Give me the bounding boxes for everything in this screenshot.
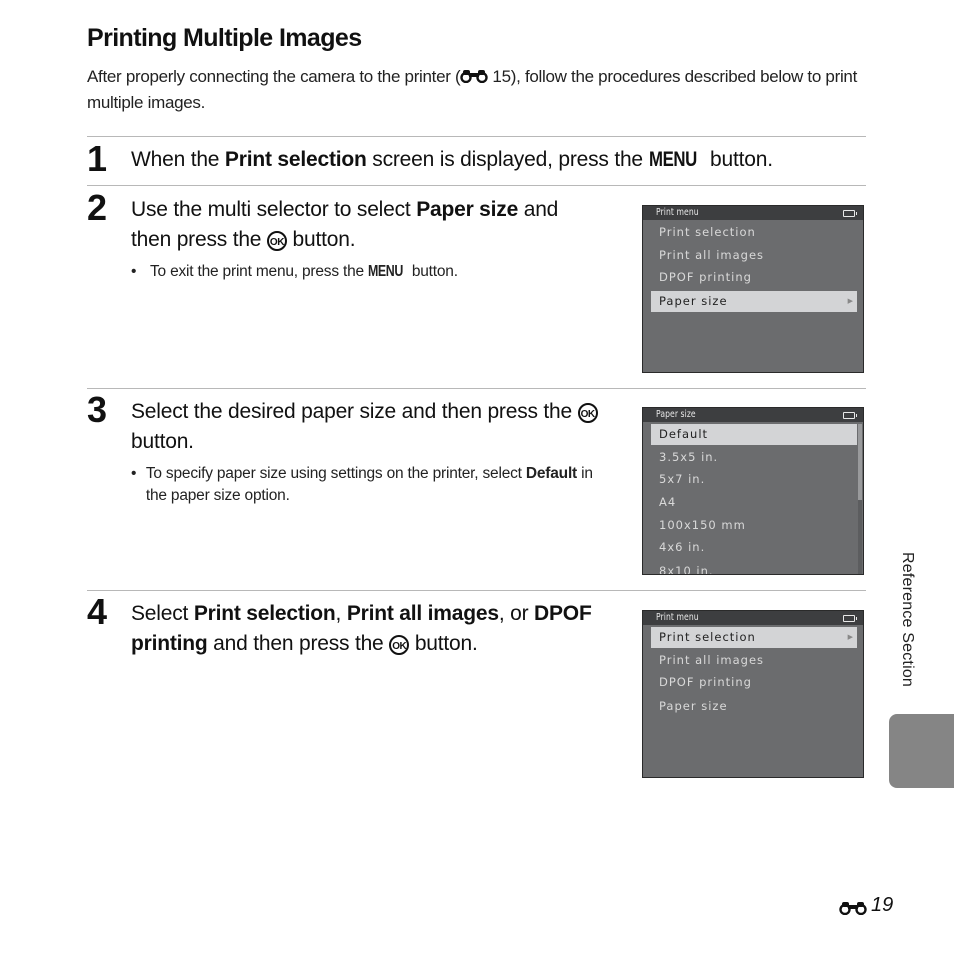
text: button. [411,263,458,280]
divider [87,136,866,137]
step-number: 1 [87,138,108,179]
menu-item[interactable]: 3.5x5 in. [651,447,857,468]
menu-item-label: 5x7 in. [659,472,706,486]
step-2-note: • To exit the print menu, press the MENU … [131,261,601,283]
menu-item[interactable]: Print selection [651,222,857,243]
scrollbar[interactable] [858,424,862,574]
camera-screen-print-menu: Print menu Print selection Print all ima… [642,205,864,373]
text: Use the multi selector to select [131,198,417,221]
text: Select the desired paper size and then p… [131,400,578,423]
menu-item-label: Paper size [659,699,728,713]
ok-button-icon: OK [577,403,598,423]
menu-item-label: Paper size [659,294,728,308]
arrow-right-icon: ▶ [847,633,854,641]
ok-button-icon: OK [389,635,410,655]
menu-item[interactable]: DPOF printing [651,672,857,693]
menu-item[interactable]: Print all images [651,245,857,266]
ok-button-icon: OK [266,231,287,251]
ui-term: Print selection [193,602,336,625]
divider [87,590,866,591]
battery-icon [843,412,857,419]
page-number-value: 19 [871,894,894,916]
text: To exit the print menu, press the [150,263,369,280]
step-1-text: When the Print selection screen is displ… [131,145,861,175]
menu-item-label: Print selection [659,225,756,239]
menu-item-label: Print all images [659,248,765,262]
step-number: 2 [87,187,108,228]
battery-icon [843,210,857,217]
text: button. [710,148,773,171]
menu-item[interactable]: A4 [651,492,857,513]
divider [87,388,866,389]
menu-button-icon: MENU [368,263,403,280]
menu-item-label: 8x10 in. [659,564,714,575]
text: button. [131,430,194,453]
text: Select [131,602,194,625]
text: , [335,602,347,625]
bullet-row: • To specify paper size using settings on… [131,463,611,507]
battery-icon [843,615,857,622]
step-4-text: Select Print selection, Print all images… [131,599,621,659]
step-2-text: Use the multi selector to select Paper s… [131,195,601,255]
intro-page-ref[interactable]: 15 [492,67,511,86]
menu-item-label: DPOF printing [659,270,752,284]
ui-term: Print selection [224,148,367,171]
intro-text-before: After properly connecting the camera to … [87,67,461,86]
menu-item-label: DPOF printing [659,675,752,689]
step-3-text: Select the desired paper size and then p… [131,397,611,457]
ui-term: Paper size [416,198,519,221]
intro-paragraph: After properly connecting the camera to … [87,64,877,116]
text: To specify paper size using settings on … [145,465,526,482]
menu-item[interactable]: DPOF printing [651,267,857,288]
menu-item-label: Print all images [659,653,765,667]
ui-term: Default [525,465,578,482]
menu-item-selected[interactable]: Print selection ▶ [651,627,857,648]
ui-term: Print all images [346,602,499,625]
text: button. [286,228,356,251]
bullet-icon: • [131,263,137,280]
text: and then press the [207,632,390,655]
menu-item-selected[interactable]: Default [651,424,857,445]
menu-item[interactable]: Print all images [651,650,857,671]
step-number: 3 [87,389,108,430]
menu-item-selected[interactable]: Paper size ▶ [651,291,857,312]
page-number: 19 [839,894,893,917]
screen-title: Paper size [656,409,696,420]
bullet-icon: • [131,465,137,482]
menu-item-label: A4 [659,495,677,509]
camera-screen-print-menu-2: Print menu Print selection ▶ Print all im… [642,610,864,778]
bullet-text: To specify paper size using settings on … [146,463,611,507]
screen-title: Print menu [656,612,699,623]
menu-item-label: 3.5x5 in. [659,450,719,464]
binoculars-icon [839,898,869,915]
menu-item[interactable]: 100x150 mm [651,515,857,536]
arrow-right-icon: ▶ [847,297,854,305]
screen-header: Print menu [643,206,863,220]
section-tab[interactable] [889,714,954,788]
page-title: Printing Multiple Images [87,24,362,52]
menu-button-icon: MENU [648,148,697,171]
text: , or [498,602,535,625]
menu-item-label: 4x6 in. [659,540,706,554]
divider [87,185,866,186]
menu-item[interactable]: Paper size [651,696,857,717]
screen-header: Paper size [643,408,863,422]
menu-item[interactable]: 4x6 in. [651,537,857,558]
menu-item-label: Print selection [659,630,756,644]
menu-item[interactable]: 5x7 in. [651,469,857,490]
text: button. [409,632,478,655]
scrollbar-thumb[interactable] [858,424,862,500]
menu-item-label: Default [659,427,709,441]
screen-title: Print menu [656,207,699,218]
binoculars-icon [460,64,490,84]
side-tab-label: Reference Section [899,552,916,688]
text: When the [131,148,225,171]
screen-header: Print menu [643,611,863,625]
menu-item[interactable]: 8x10 in. [651,561,857,575]
text: screen is displayed, press the [366,148,649,171]
camera-screen-paper-size: Paper size Default 3.5x5 in. 5x7 in. A4 … [642,407,864,575]
menu-item-label: 100x150 mm [659,518,746,532]
step-3-note: • To specify paper size using settings on… [131,463,611,507]
step-number: 4 [87,591,108,632]
